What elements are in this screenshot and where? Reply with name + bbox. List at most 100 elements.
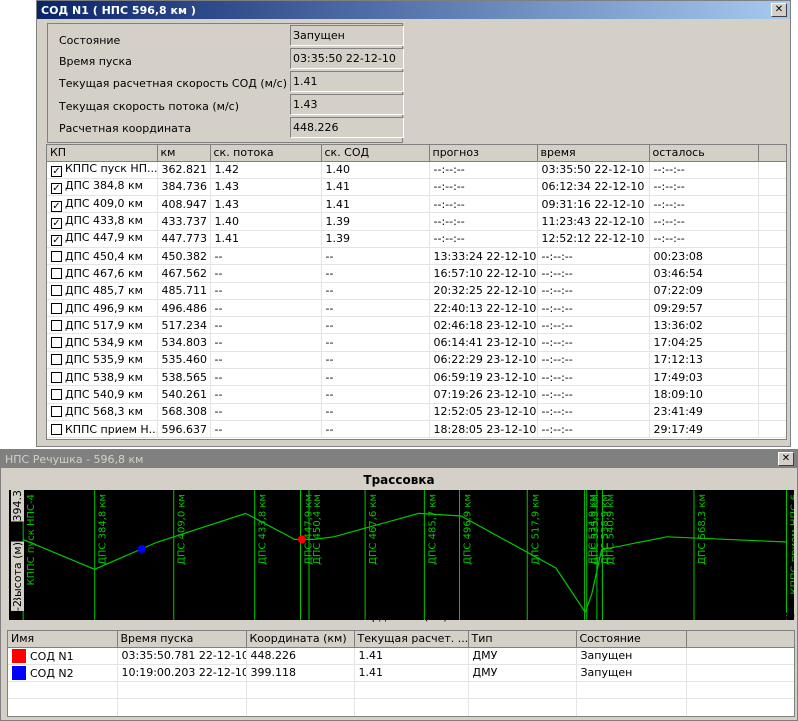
table-cell: -- — [210, 351, 322, 370]
column-header[interactable]: Состояние — [576, 631, 687, 648]
filler-cell — [758, 420, 786, 439]
column-header[interactable]: время — [537, 145, 650, 162]
route-window-titlebar[interactable]: НПС Речушка - 596,8 км — [1, 450, 797, 468]
table-row[interactable]: ✓ ДПС 384,8 км 384.736 1.43 1.41 --:--:-- 06:1… — [47, 178, 786, 197]
coord-label: Расчетная координата — [59, 122, 192, 135]
table-cell: 450.382 — [157, 247, 211, 266]
column-header[interactable]: Координата (км) — [246, 631, 355, 648]
table-cell: --:--:-- — [537, 282, 650, 300]
column-header[interactable]: прогноз — [429, 145, 538, 162]
checkbox[interactable]: ✓ — [51, 235, 62, 247]
table-cell: --:--:-- — [649, 195, 759, 214]
table-cell: --:--:-- — [537, 403, 650, 421]
table-cell: -- — [321, 333, 430, 352]
column-header[interactable]: Время пуска — [117, 631, 247, 648]
table-row[interactable]: ДПС 540,9 км 540.261 -- -- 07:19:26 23-12-10… — [47, 385, 786, 404]
table-cell: -- — [321, 385, 430, 404]
table-row[interactable]: ✓ ДПС 433,8 км 433.737 1.40 1.39 --:--:-- 11:2… — [47, 212, 786, 231]
table-cell: 485.711 — [157, 282, 211, 300]
checkbox[interactable] — [51, 285, 62, 297]
table-cell: --:--:-- — [429, 178, 538, 197]
checkbox[interactable] — [51, 406, 62, 418]
table-cell: 540.261 — [157, 385, 211, 404]
checkbox[interactable] — [51, 423, 62, 435]
kp-name: ДПС 409,0 км — [65, 196, 143, 210]
table-cell: 1.41 — [210, 230, 322, 248]
filler-cell — [758, 212, 786, 231]
table-cell: 13:36:02 — [649, 316, 759, 335]
checkbox[interactable] — [51, 389, 62, 400]
table-cell: 517.234 — [157, 316, 211, 335]
checkbox[interactable] — [51, 337, 62, 349]
table-cell: 13:33:24 22-12-10 — [429, 247, 538, 266]
filler-cell — [686, 647, 794, 665]
column-header[interactable]: ск. потока — [210, 145, 322, 162]
station-label: ДПС 384,8 км — [98, 494, 109, 565]
sod-window-titlebar[interactable]: СОД N1 ( НПС 596,8 км ) — [37, 1, 790, 19]
kp-name: ДПС 384,8 км — [65, 179, 143, 193]
table-cell: 10:19:00.203 22-12-10 — [117, 664, 247, 683]
table-row[interactable]: ✓ ДПС 409,0 км 408.947 1.43 1.41 --:--:-- 09:3… — [47, 195, 786, 214]
table-cell: 03:46:54 — [649, 264, 759, 283]
table-row[interactable]: КППС прием Н... 596.637 -- -- 18:28:05 23-12… — [47, 420, 786, 439]
table-row[interactable]: ДПС 496,9 км 496.486 -- -- 22:40:13 22-12-10… — [47, 299, 786, 318]
table-row[interactable]: ДПС 534,9 км 534.803 -- -- 06:14:41 23-12-10… — [47, 333, 786, 352]
kp-cell: ДПС 496,9 км — [47, 299, 158, 318]
column-header-filler — [686, 631, 794, 648]
column-header[interactable]: осталось — [649, 145, 759, 162]
column-header[interactable]: км — [157, 145, 211, 162]
empty-cell — [576, 698, 687, 716]
kp-name: ДПС 534,9 км — [65, 336, 143, 350]
kp-name: КППС прием Н... — [65, 422, 157, 436]
empty-cell — [246, 698, 355, 716]
table-row[interactable]: ДПС 450,4 км 450.382 -- -- 13:33:24 22-12-10… — [47, 247, 786, 266]
table-row[interactable]: ДПС 568,3 км 568.308 -- -- 12:52:05 23-12-10… — [47, 403, 786, 421]
checkbox[interactable]: ✓ — [51, 200, 62, 212]
checkbox[interactable] — [51, 250, 62, 262]
table-cell: 535.460 — [157, 351, 211, 370]
checkbox[interactable]: ✓ — [51, 218, 62, 230]
table-row[interactable]: ✓ КППС пуск НП... 362.821 1.42 1.40 --:--:-- 0… — [47, 161, 786, 179]
close-button[interactable]: ✕ — [771, 3, 787, 17]
checkbox[interactable] — [51, 302, 62, 314]
column-header[interactable]: Тип — [468, 631, 577, 648]
checkbox[interactable] — [51, 319, 62, 331]
pig-position-marker[interactable] — [137, 544, 146, 553]
table-cell: 1.43 — [210, 195, 322, 214]
table-cell: -- — [210, 420, 322, 439]
table-cell: --:--:-- — [649, 178, 759, 197]
kp-name: ДПС 496,9 км — [65, 301, 143, 315]
sod-info-panel: Состояние Запущен Время пуска 03:35:50 2… — [47, 23, 404, 143]
sod-speed-value: 1.41 — [290, 71, 404, 92]
table-cell: 1.39 — [321, 212, 430, 231]
kp-cell: ✓ ДПС 433,8 км — [47, 212, 158, 231]
table-row[interactable]: ДПС 538,9 км 538.565 -- -- 06:59:19 23-12-10… — [47, 368, 786, 387]
table-cell: -- — [210, 403, 322, 421]
table-cell: 496.486 — [157, 299, 211, 318]
table-cell: -- — [321, 420, 430, 439]
checkbox[interactable] — [51, 354, 62, 366]
table-row[interactable]: ДПС 485,7 км 485.711 -- -- 20:32:25 22-12-10… — [47, 282, 786, 300]
close-button-2[interactable]: ✕ — [778, 452, 794, 466]
table-row[interactable]: ✓ ДПС 447,9 км 447.773 1.41 1.39 --:--:-- 12:5… — [47, 230, 786, 248]
column-header[interactable]: Текущая расчет. ... — [354, 631, 469, 648]
checkbox[interactable] — [51, 267, 62, 279]
table-cell: 399.118 — [246, 664, 355, 683]
table-cell: 22:40:13 22-12-10 — [429, 299, 538, 318]
station-label: ДПС 467,6 км — [368, 494, 379, 565]
checkbox[interactable] — [51, 371, 62, 383]
pig-position-marker[interactable] — [297, 535, 306, 544]
kp-table: КП км ск. потока ск. СОД прогноз время осталос… — [46, 144, 787, 440]
table-row[interactable]: СОД N2 10:19:00.203 22-12-10 399.118 1.41 ДМ… — [8, 664, 794, 683]
column-header[interactable]: КП — [47, 145, 158, 162]
table-row[interactable]: СОД N1 03:35:50.781 22-12-10 448.226 1.41 ДМ… — [8, 647, 794, 665]
table-row[interactable]: ДПС 535,9 км 535.460 -- -- 06:22:29 23-12-10… — [47, 351, 786, 370]
column-header[interactable]: ск. СОД — [321, 145, 430, 162]
column-header[interactable]: Имя — [8, 631, 118, 648]
checkbox[interactable]: ✓ — [51, 183, 62, 195]
table-row[interactable]: ДПС 517,9 км 517.234 -- -- 02:46:18 23-12-10… — [47, 316, 786, 335]
column-header-filler — [758, 145, 786, 162]
table-cell: ДМУ — [468, 664, 577, 683]
table-row[interactable]: ДПС 467,6 км 467.562 -- -- 16:57:10 22-12-10… — [47, 264, 786, 283]
checkbox[interactable]: ✓ — [51, 166, 62, 178]
